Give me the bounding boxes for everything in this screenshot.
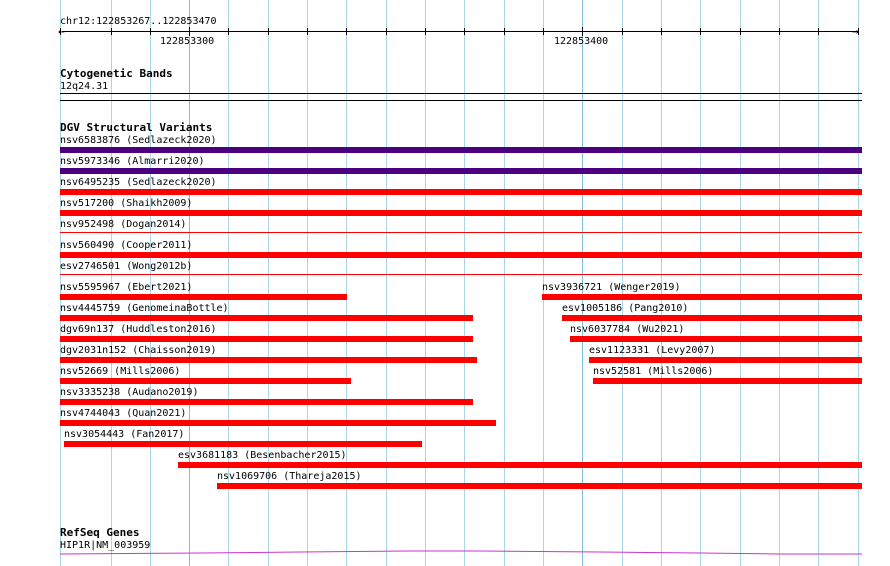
ruler-minor-tick — [504, 28, 505, 35]
variant-bar[interactable] — [60, 294, 347, 300]
ruler-minor-tick — [543, 28, 544, 35]
variant-bar[interactable] — [542, 294, 862, 300]
feature-label[interactable]: nsv952498 (Dogan2014) — [60, 219, 186, 230]
ruler-minor-tick — [307, 28, 308, 35]
variant-bar[interactable] — [60, 399, 473, 405]
feature-label[interactable]: nsv52581 (Mills2006) — [593, 366, 713, 377]
feature-label[interactable]: nsv5595967 (Ebert2021) — [60, 282, 192, 293]
grid-line — [779, 0, 780, 566]
variant-bar[interactable] — [60, 252, 862, 258]
ruler-minor-tick — [779, 28, 780, 35]
location-label: chr12:122853267..122853470 — [60, 16, 217, 27]
variant-bar[interactable] — [562, 315, 862, 321]
feature-label[interactable]: nsv4445759 (GenomeinaBottle) — [60, 303, 229, 314]
track-title: RefSeq Genes — [60, 526, 140, 539]
variant-bar[interactable] — [60, 274, 862, 275]
cytoband-band-bottom — [60, 100, 862, 101]
ruler-minor-tick — [464, 28, 465, 35]
ruler-minor-tick — [858, 28, 859, 35]
variant-bar[interactable] — [217, 483, 862, 489]
ruler-minor-tick — [386, 28, 387, 35]
feature-label[interactable]: nsv6037784 (Wu2021) — [570, 324, 684, 335]
variant-bar[interactable] — [60, 168, 862, 174]
ruler-major-tick — [582, 27, 583, 36]
grid-line — [464, 0, 465, 566]
ruler-tick-label: 122853300 — [160, 36, 215, 47]
variant-bar[interactable] — [60, 232, 862, 233]
variant-bar[interactable] — [589, 357, 862, 363]
grid-line — [386, 0, 387, 566]
variant-bar[interactable] — [60, 420, 496, 426]
ruler-minor-tick — [228, 28, 229, 35]
ruler-minor-tick — [268, 28, 269, 35]
feature-label[interactable]: nsv517200 (Shaikh2009) — [60, 198, 192, 209]
gene-model-line[interactable] — [0, 546, 890, 560]
grid-line — [425, 0, 426, 566]
grid-line — [858, 0, 859, 566]
cytoband-band-top — [60, 93, 862, 94]
feature-label[interactable]: nsv5973346 (Almarri2020) — [60, 156, 205, 167]
ruler-minor-tick — [346, 28, 347, 35]
ruler-minor-tick — [60, 28, 61, 35]
feature-label[interactable]: nsv6583876 (Sedlazeck2020) — [60, 135, 217, 146]
variant-bar[interactable] — [60, 189, 862, 195]
grid-line — [818, 0, 819, 566]
feature-label[interactable]: esv2746501 (Wong2012b) — [60, 261, 192, 272]
variant-bar[interactable] — [593, 378, 862, 384]
feature-label[interactable]: nsv3054443 (Fan2017) — [64, 429, 184, 440]
ruler-minor-tick — [622, 28, 623, 35]
variant-bar[interactable] — [570, 336, 862, 342]
ruler-tick-label: 122853400 — [554, 36, 609, 47]
track-title: Cytogenetic Bands — [60, 67, 173, 80]
ruler-axis-line — [62, 31, 858, 32]
ruler-minor-tick — [150, 28, 151, 35]
feature-label[interactable]: nsv3335238 (Audano2019) — [60, 387, 198, 398]
feature-label[interactable]: nsv6495235 (Sedlazeck2020) — [60, 177, 217, 188]
variant-bar[interactable] — [60, 357, 477, 363]
variant-bar[interactable] — [60, 378, 351, 384]
ruler-minor-tick — [111, 28, 112, 35]
feature-label[interactable]: nsv1069706 (Thareja2015) — [217, 471, 362, 482]
feature-label[interactable]: nsv4744043 (Quan2021) — [60, 408, 186, 419]
feature-label[interactable]: esv3681183 (Besenbacher2015) — [178, 450, 347, 461]
ruler-minor-tick — [425, 28, 426, 35]
ruler-minor-tick — [818, 28, 819, 35]
cytoband-label: 12q24.31 — [60, 81, 109, 92]
feature-label[interactable]: esv1005186 (Pang2010) — [562, 303, 688, 314]
ruler-major-tick — [189, 27, 190, 36]
track-title: DGV Structural Variants — [60, 121, 213, 134]
variant-bar[interactable] — [178, 462, 862, 468]
variant-bar[interactable] — [60, 210, 862, 216]
feature-label[interactable]: dgv2031n152 (Chaisson2019) — [60, 345, 217, 356]
ruler-minor-tick — [740, 28, 741, 35]
grid-line — [700, 0, 701, 566]
feature-label[interactable]: esv1123331 (Levy2007) — [589, 345, 715, 356]
ruler-minor-tick — [700, 28, 701, 35]
feature-label[interactable]: nsv560490 (Cooper2011) — [60, 240, 192, 251]
grid-line — [504, 0, 505, 566]
feature-label[interactable]: nsv52669 (Mills2006) — [60, 366, 180, 377]
variant-bar[interactable] — [60, 336, 473, 342]
ruler-minor-tick — [661, 28, 662, 35]
genome-browser-view: chr12:122853267..122853470 ← → 122853300… — [0, 0, 890, 566]
feature-label[interactable]: nsv3936721 (Wenger2019) — [542, 282, 680, 293]
variant-bar[interactable] — [60, 315, 473, 321]
feature-label[interactable]: dgv69n137 (Huddleston2016) — [60, 324, 217, 335]
grid-line — [740, 0, 741, 566]
variant-bar[interactable] — [60, 147, 862, 153]
variant-bar[interactable] — [64, 441, 422, 447]
